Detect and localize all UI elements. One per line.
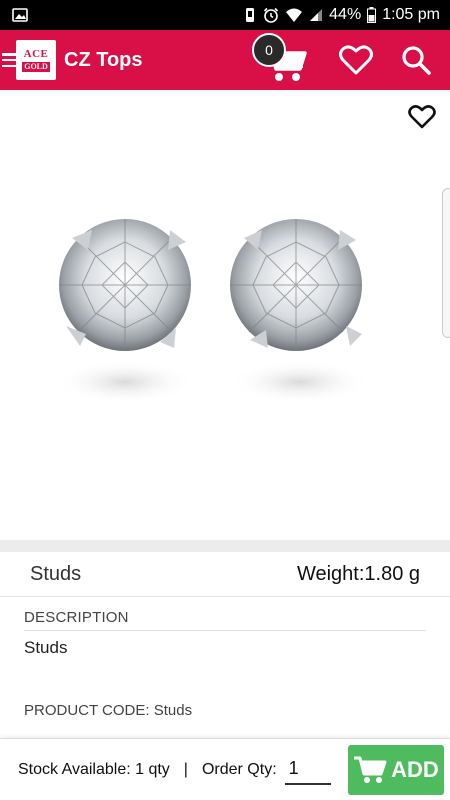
order-bar: Stock Available: 1 qty | Order Qty: ADD	[0, 738, 450, 800]
battery-icon	[367, 7, 377, 23]
search-icon	[402, 46, 431, 75]
battery-percent: 44%	[329, 6, 362, 23]
product-summary: Studs Weight:1.80 g	[0, 552, 450, 596]
order-qty-label: Order Qty:	[201, 760, 277, 778]
alarm-icon	[264, 7, 279, 23]
divider	[24, 630, 426, 631]
menu-icon[interactable]	[2, 51, 16, 69]
app-bar: ACE GOLD CZ Tops 0	[0, 30, 450, 90]
divider	[0, 596, 450, 597]
page-title: CZ Tops	[64, 48, 143, 71]
cart-count-badge: 0	[252, 33, 286, 67]
clock: 1:05 pm	[382, 6, 440, 23]
description-heading: DESCRIPTION	[24, 609, 129, 626]
vibrate-icon	[246, 8, 255, 22]
search-button[interactable]	[396, 38, 436, 82]
wishlist-button[interactable]	[406, 102, 438, 132]
product-image[interactable]	[0, 90, 450, 540]
stock-available: Stock Available: 1 qty	[18, 760, 170, 778]
order-qty-input[interactable]	[284, 754, 331, 785]
add-to-cart-button[interactable]: ADD	[348, 745, 444, 795]
product-name: Studs	[30, 562, 82, 585]
add-cart-icon	[354, 756, 387, 783]
heart-icon	[339, 45, 373, 75]
add-button-label: ADD	[391, 757, 439, 782]
product-code: PRODUCT CODE: Studs	[24, 702, 193, 719]
favorites-button[interactable]	[334, 38, 378, 82]
product-photo	[55, 219, 370, 404]
signal-icon	[310, 9, 323, 21]
wishlist-heart-icon	[408, 105, 436, 129]
logo-top-text: ACE	[23, 48, 49, 60]
description-text: Studs	[24, 638, 68, 657]
separator: |	[183, 760, 188, 778]
cart-button[interactable]: 0	[252, 33, 314, 85]
side-drawer-handle[interactable]	[442, 188, 450, 338]
logo[interactable]: ACE GOLD	[16, 40, 56, 80]
status-bar: 44% 1:05 pm	[0, 0, 450, 30]
logo-bottom-text: GOLD	[22, 62, 50, 72]
section-divider	[0, 540, 450, 552]
wifi-icon	[286, 8, 303, 22]
product-weight: Weight:1.80 g	[296, 562, 420, 585]
image-icon	[12, 8, 28, 22]
